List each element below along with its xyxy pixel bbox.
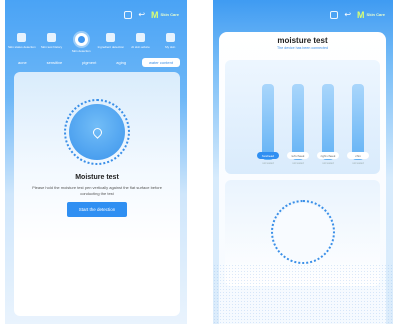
zone-value: not tested: [322, 162, 334, 165]
nav-label: AI skin advice: [131, 45, 150, 49]
camera-icon: [17, 33, 27, 42]
brand-logo-sub: Skin Care: [366, 12, 385, 17]
nav-item-advice[interactable]: AI skin advice: [126, 33, 156, 53]
detection-tabs: acne sensitive pigment aging water conte…: [14, 58, 180, 67]
zone-button-chin[interactable]: chin: [347, 152, 369, 159]
nav-item-detection[interactable]: Skin detection: [66, 33, 96, 53]
shield-icon: [136, 33, 146, 42]
brand-logo: M Skin Care: [357, 10, 385, 20]
brand-logo-sub: Skin Care: [160, 12, 179, 17]
right-phone-screen: ↩ M Skin Care moisture test The device h…: [213, 0, 393, 324]
tab-acne[interactable]: acne: [14, 59, 31, 66]
nav-label: Skin status detection: [7, 45, 36, 49]
feature-nav: Skin status detection Skin test history …: [5, 33, 187, 53]
zone-bar-chin: [352, 84, 364, 160]
nav-item-ingredient[interactable]: Ingredient detection: [96, 33, 126, 53]
nav-label: Skin detection: [71, 49, 91, 53]
nav-label: Skin test history: [40, 45, 63, 49]
nav-item-history[interactable]: Skin test history: [37, 33, 67, 53]
user-icon: [165, 33, 175, 42]
nav-label: Ingredient detection: [97, 45, 125, 49]
screenshot-stage: ↩ M Skin Care Skin status detection Skin…: [0, 0, 393, 324]
tab-sensitive[interactable]: sensitive: [43, 59, 67, 66]
zone-value: not tested: [292, 162, 304, 165]
zone-value: not tested: [262, 162, 274, 165]
zone-bar-right-cheek: [322, 84, 334, 160]
moisture-title: Moisture test: [75, 174, 119, 181]
dot-pattern: [213, 264, 393, 324]
water-drop-icon: [90, 125, 104, 139]
tab-aging[interactable]: aging: [112, 59, 130, 66]
brand-logo-mark: M: [151, 10, 159, 20]
status-bar: ↩ M Skin Care: [330, 10, 385, 20]
scan-icon[interactable]: [330, 11, 339, 19]
moisture-disc: [69, 104, 125, 160]
back-icon[interactable]: ↩: [138, 11, 145, 19]
zone-bars-panel: forehead left cheek right cheek chin not…: [225, 60, 380, 174]
zone-button-left-cheek[interactable]: left cheek: [287, 152, 309, 159]
water-icon: [74, 33, 88, 46]
brand-logo-mark: M: [357, 10, 365, 20]
zone-bar-forehead: [262, 84, 274, 160]
zone-value: not tested: [352, 162, 364, 165]
nav-label: My skin: [165, 45, 176, 49]
tab-pigment[interactable]: pigment: [78, 59, 100, 66]
zone-button-forehead[interactable]: forehead: [257, 152, 279, 159]
moisture-ring: [64, 99, 130, 165]
tab-water-content[interactable]: water content: [141, 58, 180, 67]
clipboard-icon: [47, 33, 56, 42]
flask-icon: [106, 33, 116, 42]
moisture-test-card: Moisture test Please hold the moisture t…: [14, 72, 180, 316]
zone-bar-left-cheek: [292, 84, 304, 160]
zone-button-right-cheek[interactable]: right cheek: [317, 152, 339, 159]
nav-item-my-skin[interactable]: My skin: [155, 33, 185, 53]
start-detection-button[interactable]: Start the detection: [67, 202, 127, 217]
measurement-disc: [274, 203, 332, 261]
measurement-ring: [271, 200, 335, 264]
result-title: moisture test: [277, 36, 328, 45]
left-phone-screen: ↩ M Skin Care Skin status detection Skin…: [5, 0, 187, 324]
nav-item-status[interactable]: Skin status detection: [7, 33, 37, 53]
scan-icon[interactable]: [124, 11, 133, 19]
device-status: The device has been connected: [277, 46, 328, 50]
back-icon[interactable]: ↩: [344, 11, 351, 19]
brand-logo: M Skin Care: [151, 10, 179, 20]
moisture-description: Please hold the moisture test pen vertic…: [32, 185, 162, 196]
status-bar: ↩ M Skin Care: [124, 10, 179, 20]
